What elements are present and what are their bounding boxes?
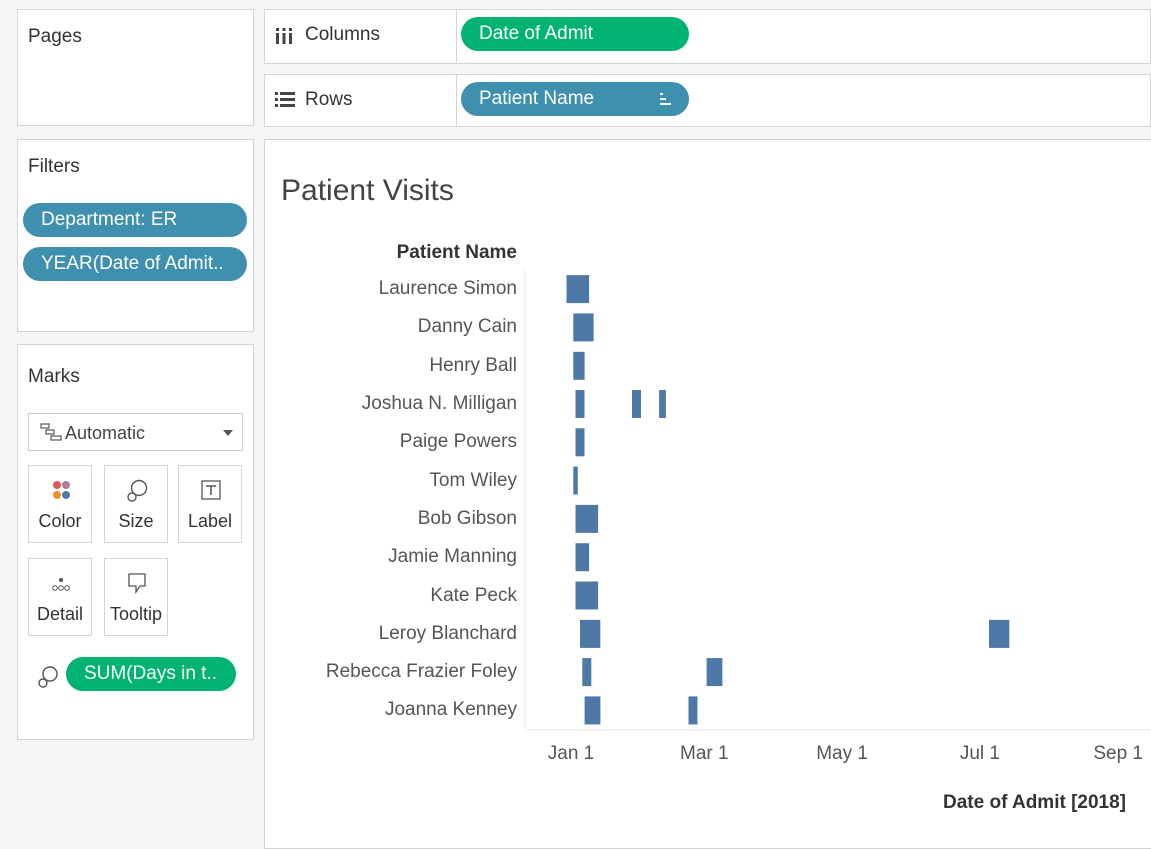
visit-bar[interactable] [582,658,592,687]
visit-bar[interactable] [580,619,601,648]
row-labels: Laurence Simon Danny Cain Henry Ball Joshua… [300,0,517,849]
visit-bar[interactable] [688,696,698,725]
visit-bar[interactable] [573,466,578,495]
row-label: Danny Cain [417,316,517,338]
visit-bar[interactable] [575,390,585,418]
row-label: Henry Ball [429,354,517,376]
row-label: Tom Wiley [429,469,517,491]
row-label: Bob Gibson [417,507,517,529]
chart-svg [524,270,1151,731]
row-label: Jamie Manning [388,546,517,568]
row-label: Joshua N. Milligan [361,393,517,415]
visit-bar[interactable] [659,390,666,418]
visit-bar[interactable] [584,696,601,725]
visit-bar[interactable] [575,543,590,572]
visit-bar[interactable] [706,658,723,687]
row-label: Laurence Simon [378,278,517,300]
row-label: Kate Peck [430,584,517,606]
visit-bar[interactable] [632,390,641,418]
visit-bar[interactable] [989,619,1010,648]
visit-bar[interactable] [575,504,599,533]
visit-bar[interactable] [573,313,594,342]
row-label: Leroy Blanchard [378,622,517,644]
visit-bar[interactable] [566,275,590,304]
row-label: Rebecca Frazier Foley [325,661,517,683]
x-axis-title: Date of Admit [2018] [943,792,1126,813]
visit-bar[interactable] [575,581,599,610]
visit-bar[interactable] [573,351,585,380]
visit-bar[interactable] [575,428,585,457]
row-label: Joanna Kenney [384,699,517,721]
row-label: Paige Powers [399,431,517,453]
bars-group [566,275,1010,725]
